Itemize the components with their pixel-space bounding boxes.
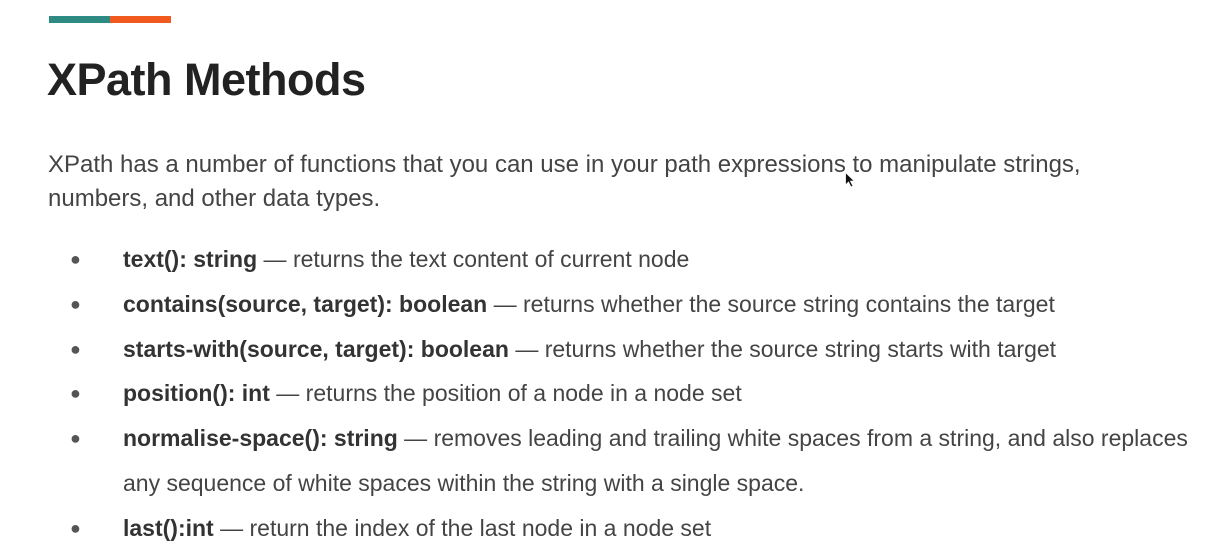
method-description: — returns whether the source string cont… [487,290,1055,317]
bullet-icon: ● [70,338,81,359]
method-signature: last():int [123,514,214,541]
method-item-contains: ● contains(source, target): boolean — re… [70,282,1205,327]
bullet-icon: ● [70,383,81,404]
method-text: starts-with(source, target): boolean — r… [123,327,1205,372]
method-signature: normalise-space(): string [123,425,398,452]
method-item-starts-with: ● starts-with(source, target): boolean —… [70,327,1205,372]
methods-list: ● text(): string — returns the text cont… [70,237,1205,551]
bullet-icon: ● [70,293,81,314]
method-item-normalise-space: ● normalise-space(): string — removes le… [70,416,1205,506]
method-text: position(): int — returns the position o… [123,371,1205,416]
intro-paragraph: XPath has a number of functions that you… [48,151,1081,212]
method-description: — returns whether the source string star… [508,335,1057,362]
method-signature: position(): int [123,380,270,407]
method-text: normalise-space(): string — removes lead… [123,416,1205,506]
bullet-icon: ● [70,428,81,449]
method-text: text(): string — returns the text conten… [123,237,1205,282]
method-text: contains(source, target): boolean — retu… [123,282,1205,327]
method-description: — return the index of the last node in a… [213,514,712,541]
slide-title: XPath Methods [47,54,366,105]
method-signature: starts-with(source, target): boolean [123,335,509,362]
accent-bar [49,16,171,23]
method-signature: text(): string [123,246,258,272]
method-description: — returns the position of a node in a no… [269,380,742,407]
method-item-text: ● text(): string — returns the text cont… [70,237,1205,282]
method-description: — returns the text content of current no… [257,246,690,272]
method-signature: contains(source, target): boolean [123,290,488,317]
accent-bar-teal [49,16,110,23]
mouse-pointer-icon [845,172,855,188]
accent-bar-orange [110,16,171,23]
method-item-position: ● position(): int — returns the position… [70,371,1205,416]
bullet-icon: ● [70,249,81,269]
